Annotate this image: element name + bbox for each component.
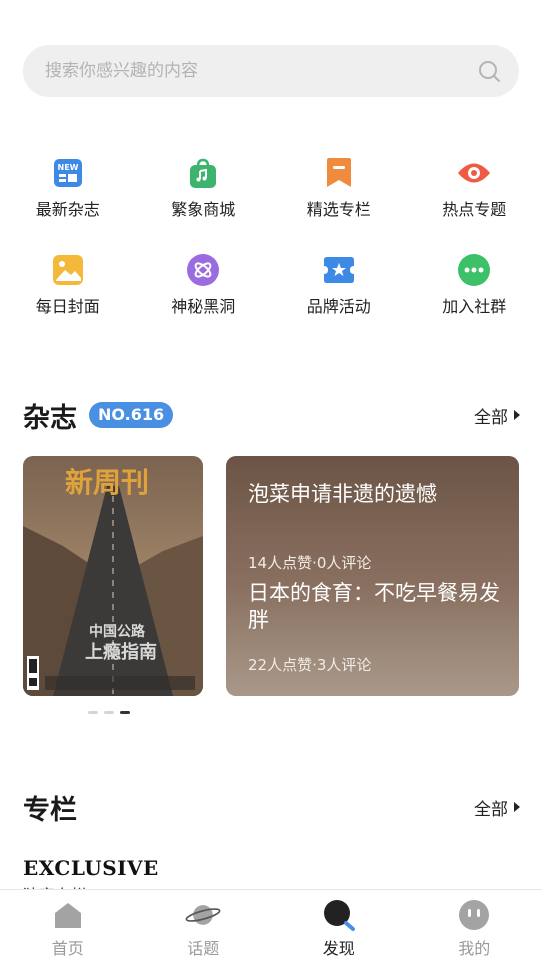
column-more-link[interactable]: 全部 [474, 795, 520, 820]
tab-topics[interactable]: 话题 [136, 890, 272, 965]
grid-item-label: 热点专题 [442, 200, 507, 219]
bookmark-icon [322, 156, 356, 190]
column-section-header: 专栏 全部 [23, 787, 520, 827]
svg-text:NEW: NEW [57, 163, 78, 172]
discover-search-icon [321, 900, 357, 931]
bottom-tab-bar: 首页 话题 发现 我的 [0, 889, 542, 965]
carousel-pager [88, 711, 130, 714]
magazine-more-link[interactable]: 全部 [474, 403, 520, 428]
article-title-2[interactable]: 日本的食育：不吃早餐易发胖 [248, 580, 504, 634]
article-meta-1: 14人点赞·0人评论 [248, 554, 372, 572]
more-label: 全部 [474, 407, 508, 428]
grid-item-brand-events[interactable]: 品牌活动 [271, 253, 407, 317]
magazine-cover[interactable]: 新周刊 中国公路 上瘾指南 [23, 456, 203, 696]
search-icon[interactable] [477, 59, 501, 83]
grid-item-latest-magazine[interactable]: NEW 最新杂志 [0, 156, 136, 220]
search-input[interactable] [45, 61, 477, 81]
magazine-articles-card: 泡菜申请非遗的遗憾 14人点赞·0人评论 日本的食育：不吃早餐易发胖 22人点赞… [226, 456, 519, 696]
grid-item-label: 品牌活动 [306, 297, 371, 316]
grid-item-join-community[interactable]: 加入社群 [407, 253, 542, 317]
new-magazine-icon: NEW [51, 156, 85, 190]
tab-label: 话题 [187, 939, 220, 958]
shopping-bag-icon [186, 156, 220, 190]
grid-item-featured-column[interactable]: 精选专栏 [271, 156, 407, 220]
ticket-star-icon [322, 253, 356, 287]
chevron-right-icon [514, 410, 520, 420]
home-icon [50, 900, 86, 930]
eye-icon [457, 156, 491, 190]
exclusive-logo[interactable]: EXCLUSIVE [23, 856, 159, 880]
issue-badge: NO.616 [89, 402, 174, 428]
tab-label: 首页 [51, 939, 84, 958]
article-meta-2: 22人点赞·3人评论 [248, 656, 372, 674]
tab-discover[interactable]: 发现 [271, 890, 407, 965]
grid-item-label: 加入社群 [442, 297, 507, 316]
grid-item-label: 繁象商城 [171, 200, 236, 219]
magazine-title-group: 杂志 NO.616 [23, 396, 174, 435]
article-title-1[interactable]: 泡菜申请非遗的遗憾 [248, 478, 437, 508]
cover-headline-1: 中国公路 [89, 623, 146, 640]
grid-item-label: 每日封面 [35, 297, 100, 316]
planet-icon [185, 900, 221, 930]
magazine-section-header: 杂志 NO.616 全部 [23, 395, 520, 435]
chat-icon [457, 253, 491, 287]
pager-dot-active[interactable] [120, 711, 130, 714]
grid-item-label: 精选专栏 [306, 200, 371, 219]
feature-grid: NEW 最新杂志 繁象商城 精选专栏 热点专题 每日封面 神秘黑洞 品牌活动 加… [0, 156, 542, 317]
grid-item-label: 最新杂志 [35, 200, 100, 219]
profile-face-icon [456, 900, 492, 930]
grid-item-shop[interactable]: 繁象商城 [136, 156, 272, 220]
section-title: 专栏 [23, 794, 77, 826]
image-icon [51, 253, 85, 287]
grid-item-hot-topics[interactable]: 热点专题 [407, 156, 542, 220]
section-title: 杂志 [23, 402, 77, 434]
cover-masthead: 新周刊 [65, 466, 149, 499]
tab-label: 发现 [322, 939, 355, 958]
grid-item-daily-cover[interactable]: 每日封面 [0, 253, 136, 317]
orbit-icon [186, 253, 220, 287]
more-label: 全部 [474, 799, 508, 820]
pager-dot[interactable] [104, 711, 114, 714]
pager-dot[interactable] [88, 711, 98, 714]
tab-profile[interactable]: 我的 [407, 890, 542, 965]
tab-home[interactable]: 首页 [0, 890, 136, 965]
cover-headline-2: 上瘾指南 [85, 641, 157, 663]
search-bar[interactable] [23, 45, 519, 97]
tab-label: 我的 [458, 939, 491, 958]
chevron-right-icon [514, 802, 520, 812]
grid-item-black-hole[interactable]: 神秘黑洞 [136, 253, 272, 317]
grid-item-label: 神秘黑洞 [171, 297, 236, 316]
